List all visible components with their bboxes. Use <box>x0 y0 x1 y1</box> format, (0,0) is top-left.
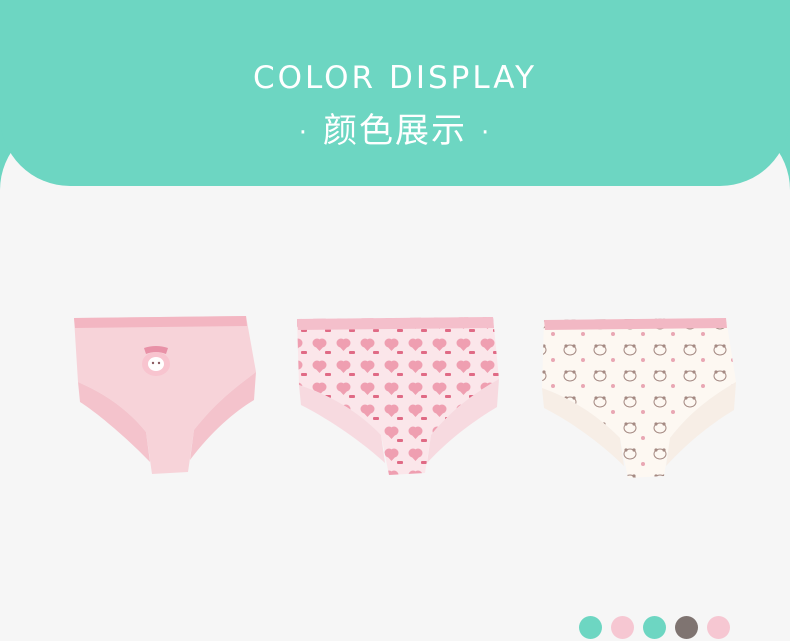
product-pink-hearts-print <box>297 317 499 475</box>
swatch-3[interactable] <box>643 616 666 639</box>
swatch-5[interactable] <box>707 616 730 639</box>
title-chinese-row: · 颜色展示 · <box>0 103 790 152</box>
title-dot-right: · <box>481 117 492 148</box>
swatch-4[interactable] <box>675 616 698 639</box>
cat-logo-icon <box>142 346 170 376</box>
product-solid-pink <box>74 316 256 474</box>
title-chinese: 颜色展示 <box>323 111 467 151</box>
title-english: COLOR DISPLAY <box>252 60 538 96</box>
title-dot-left: · <box>298 117 309 148</box>
swatch-1[interactable] <box>579 616 602 639</box>
swatch-2[interactable] <box>611 616 634 639</box>
product-panel <box>0 120 790 641</box>
color-swatches <box>579 616 730 639</box>
product-white-bear-print <box>542 318 736 478</box>
header-banner: COLOR DISPLAY · 颜色展示 · <box>0 0 790 186</box>
